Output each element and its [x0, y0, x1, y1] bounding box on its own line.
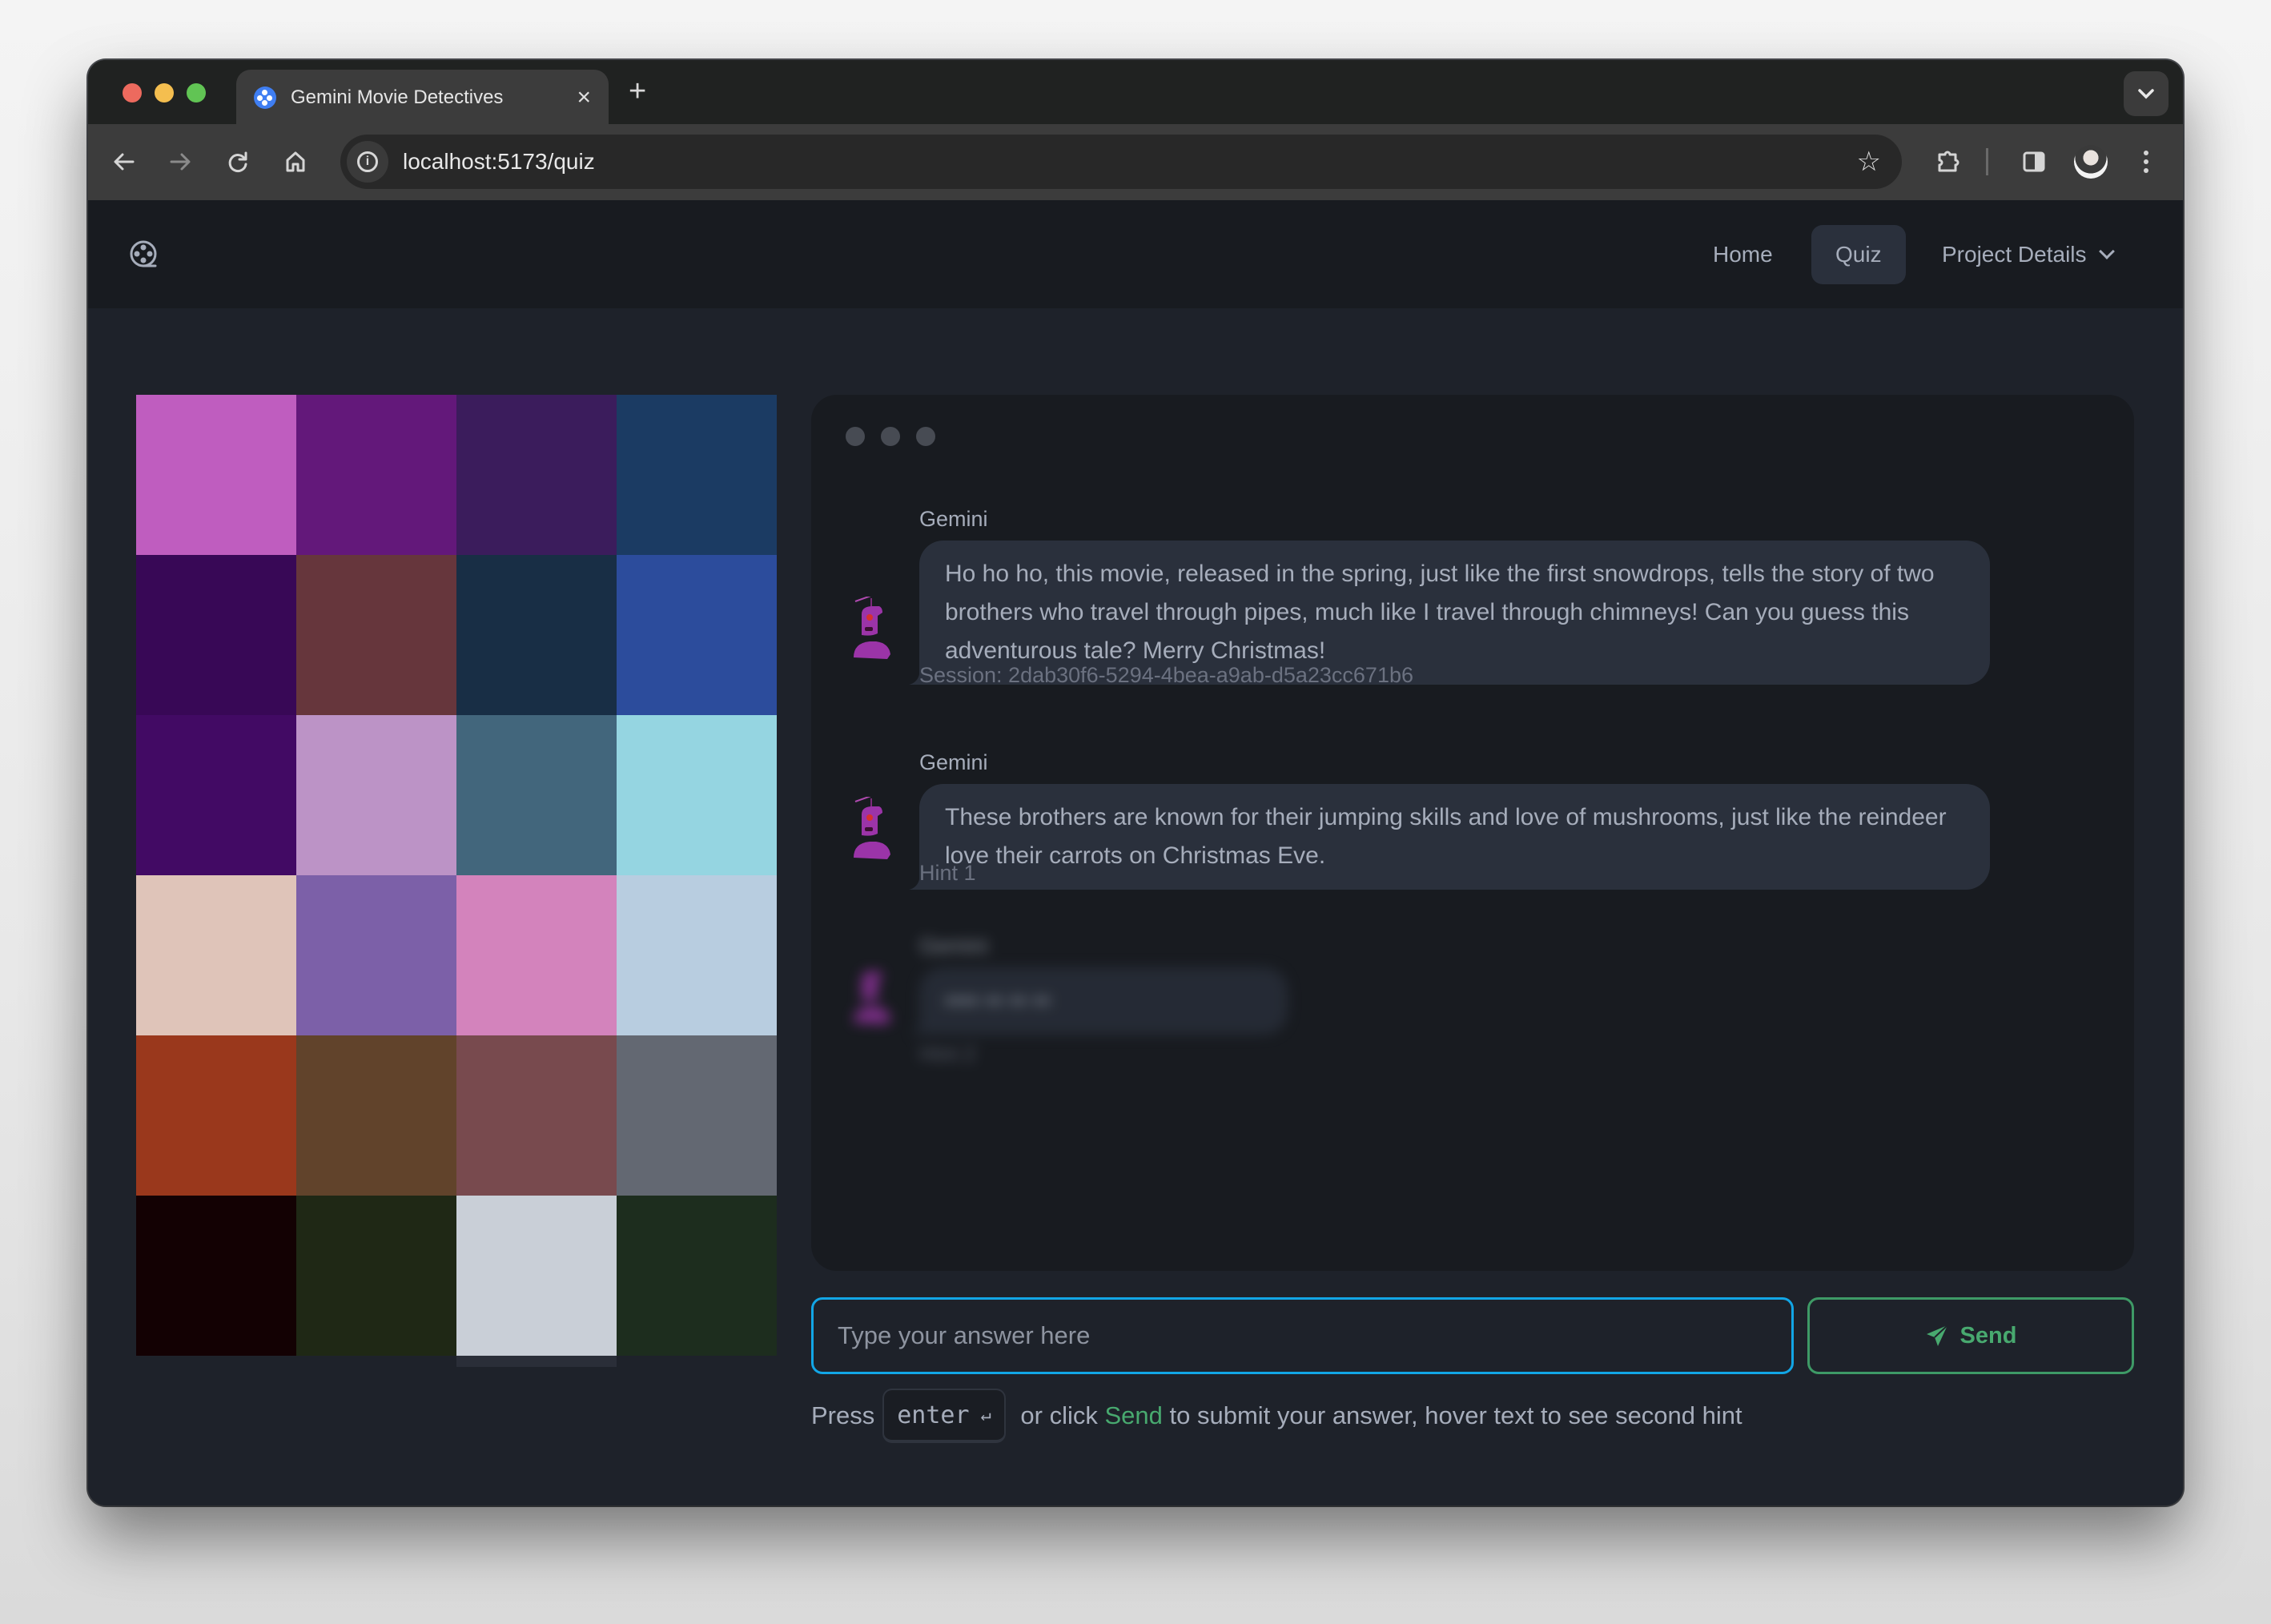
mosaic-tile: [617, 875, 777, 1035]
film-reel-favicon-icon: [254, 86, 276, 109]
mosaic-tile: [296, 1035, 456, 1196]
mosaic-tile: [136, 875, 296, 1035]
chevron-down-icon: [2098, 243, 2115, 259]
url-text[interactable]: localhost:5173/quiz: [403, 149, 1857, 175]
arrow-right-icon: [170, 153, 191, 171]
mosaic-tile: [136, 715, 296, 875]
nav-project-details-label: Project Details: [1942, 242, 2087, 267]
submit-instructions: Press enter ↵ or click Send to submit yo…: [811, 1387, 1742, 1445]
robot-avatar-icon: [854, 971, 890, 1024]
site-info-button[interactable]: i: [347, 141, 388, 183]
message-sender: Gemini: [919, 750, 988, 774]
answer-input[interactable]: [811, 1297, 1794, 1374]
reload-button[interactable]: [218, 142, 258, 182]
tab-search-button[interactable]: [2124, 71, 2169, 116]
browser-toolbar: i localhost:5173/quiz ☆: [88, 124, 2183, 200]
enter-key: enter ↵: [882, 1389, 1006, 1443]
mosaic-tile: [296, 555, 456, 715]
mosaic-tile: [617, 1196, 777, 1356]
home-button[interactable]: [275, 142, 316, 182]
puzzle-icon: [1938, 151, 1959, 172]
address-bar[interactable]: i localhost:5173/quiz ☆: [340, 135, 1902, 189]
side-panel-icon: [2023, 151, 2045, 172]
tab-title: Gemini Movie Detectives: [291, 86, 504, 108]
return-icon: ↵: [980, 1405, 991, 1425]
bookmark-star-icon[interactable]: ☆: [1857, 146, 1881, 178]
movie-image-mosaic: [136, 395, 777, 1356]
window-dots: [846, 427, 935, 446]
extensions-button[interactable]: [1928, 142, 1968, 182]
info-icon: i: [357, 151, 378, 172]
new-tab-plus-icon[interactable]: +: [629, 76, 646, 107]
reload-icon: [228, 151, 247, 172]
side-panel-button[interactable]: [2014, 142, 2054, 182]
hint-label: Hint 2: [919, 1042, 976, 1066]
nav-quiz[interactable]: Quiz: [1811, 225, 1906, 284]
tab-close-icon[interactable]: ×: [577, 86, 591, 110]
mosaic-tile: [296, 395, 456, 555]
mosaic-tile: [296, 1196, 456, 1356]
mosaic-tile: [456, 1196, 617, 1356]
mosaic-tile: [456, 555, 617, 715]
enter-key-label: enter: [897, 1401, 970, 1429]
or-click-text: or click: [1013, 1401, 1105, 1429]
mosaic-tile: [136, 395, 296, 555]
message-bubble: These brothers are known for their jumpi…: [906, 784, 1990, 890]
mosaic-tile: [456, 1035, 617, 1196]
message-sender: Gemini: [919, 934, 988, 958]
mosaic-scroll-indicator: [456, 1356, 617, 1367]
mosaic-tile: [136, 1196, 296, 1356]
tab-strip: Gemini Movie Detectives × +: [88, 60, 2183, 126]
paper-plane-icon: [1926, 1325, 1948, 1346]
minimize-window-button[interactable]: [155, 83, 174, 103]
mosaic-tile: [136, 555, 296, 715]
mosaic-tile: [617, 555, 777, 715]
mosaic-tile: [136, 1035, 296, 1196]
film-reel-icon[interactable]: [128, 239, 160, 271]
mosaic-tile: [296, 715, 456, 875]
mosaic-tile: [617, 715, 777, 875]
footer: © 2024 Volker Janz: [865, 1497, 1059, 1505]
message-sender: Gemini: [919, 507, 988, 531]
send-button[interactable]: Send: [1807, 1297, 2134, 1374]
press-text: Press: [811, 1401, 875, 1429]
chat-panel: Gemini Ho ho ho, this movie, released in…: [811, 395, 2134, 1271]
mosaic-tile: [456, 395, 617, 555]
hint-label: Hint 1: [919, 861, 976, 885]
robot-avatar-icon: [854, 597, 890, 659]
nav-project-details[interactable]: Project Details: [1918, 225, 2136, 284]
toolbar-divider: [1986, 148, 1988, 175]
back-button[interactable]: [104, 142, 144, 182]
session-id: Session: 2dab30f6-5294-4bea-a9ab-d5a23cc…: [919, 663, 1413, 687]
navbar: Home Quiz Project Details: [88, 200, 2183, 308]
home-icon: [286, 151, 305, 172]
maximize-window-button[interactable]: [187, 83, 206, 103]
mosaic-tile: [456, 715, 617, 875]
chevron-down-icon: [2138, 89, 2154, 99]
arrow-left-icon: [114, 153, 135, 171]
browser-menu-button[interactable]: [2126, 142, 2166, 182]
send-word: Send: [1104, 1401, 1163, 1429]
mosaic-tile: [617, 1035, 777, 1196]
mosaic-tile: [617, 395, 777, 555]
browser-tab[interactable]: Gemini Movie Detectives ×: [236, 70, 609, 126]
send-button-label: Send: [1959, 1322, 2017, 1349]
close-window-button[interactable]: [123, 83, 142, 103]
browser-window: Gemini Movie Detectives × + i localhost:…: [88, 60, 2183, 1505]
message-bubble: ▪▪▪▪ ▪▪ ▪▪ ▪▪: [906, 967, 1288, 1035]
kebab-menu-icon: [2144, 151, 2148, 173]
mosaic-tile: [456, 875, 617, 1035]
instructions-rest: to submit your answer, hover text to see…: [1162, 1401, 1742, 1429]
app-page: Home Quiz Project Details Gemini Ho ho h…: [88, 200, 2183, 1505]
robot-avatar-icon: [854, 797, 890, 859]
nav-home[interactable]: Home: [1689, 225, 1797, 284]
mosaic-tile: [296, 875, 456, 1035]
profile-avatar[interactable]: [2074, 145, 2108, 179]
forward-button[interactable]: [160, 142, 200, 182]
